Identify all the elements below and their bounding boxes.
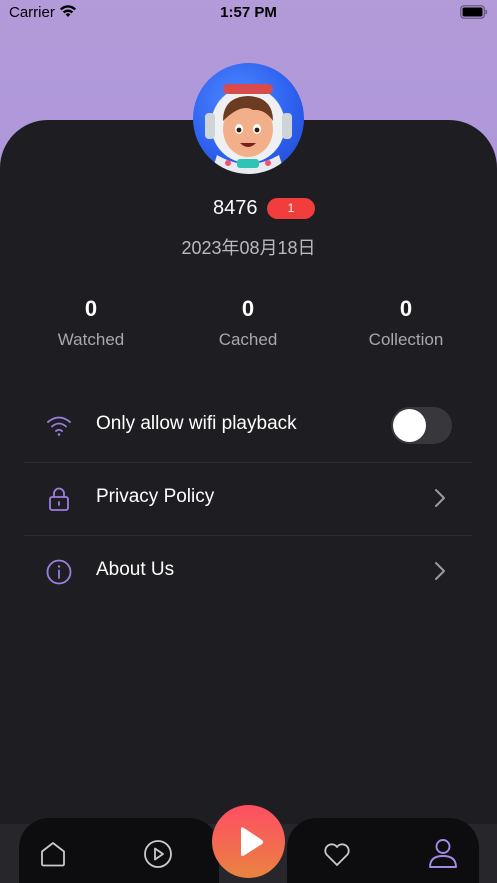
stat-collection-label: Collection [368,330,444,349]
play-button[interactable] [212,805,285,878]
lock-icon [46,486,72,512]
info-icon [46,559,72,585]
play-icon [241,827,264,856]
astronaut-avatar-icon [205,84,292,174]
stat-collection-value: 0 [399,296,413,321]
chevron-right-icon [434,561,446,586]
heart-icon[interactable] [321,838,353,870]
status-bar: Carrier 1:57 PM [0,0,497,26]
battery-icon [460,5,488,24]
user-icon[interactable] [426,836,458,868]
join-date: 2023年08月18日 [181,238,316,258]
setting-wifi-only: Only allow wifi playback [24,390,472,462]
stat-cached[interactable]: 0 Cached [168,294,328,350]
setting-privacy-label: Privacy Policy [96,486,215,507]
avatar[interactable] [193,63,304,174]
setting-privacy-policy[interactable]: Privacy Policy [24,463,472,535]
stat-collection[interactable]: 0 Collection [326,294,486,350]
stat-cached-value: 0 [241,296,255,321]
stat-cached-label: Cached [218,330,278,349]
stat-watched[interactable]: 0 Watched [11,294,171,350]
setting-about-us[interactable]: About Us [24,536,472,608]
setting-wifi-label: Only allow wifi playback [96,413,297,434]
chevron-right-icon [434,488,446,513]
wifi-icon [46,413,72,439]
wifi-only-toggle[interactable] [391,407,452,444]
play-circle-icon[interactable] [142,838,174,870]
notification-badge: 1 [267,198,315,219]
username: 8476 [213,197,258,219]
stat-watched-label: Watched [57,330,125,349]
status-time: 1:57 PM [220,4,277,21]
toggle-knob [393,409,426,442]
setting-about-label: About Us [96,559,175,580]
home-icon[interactable] [37,838,69,870]
stat-watched-value: 0 [84,296,98,321]
